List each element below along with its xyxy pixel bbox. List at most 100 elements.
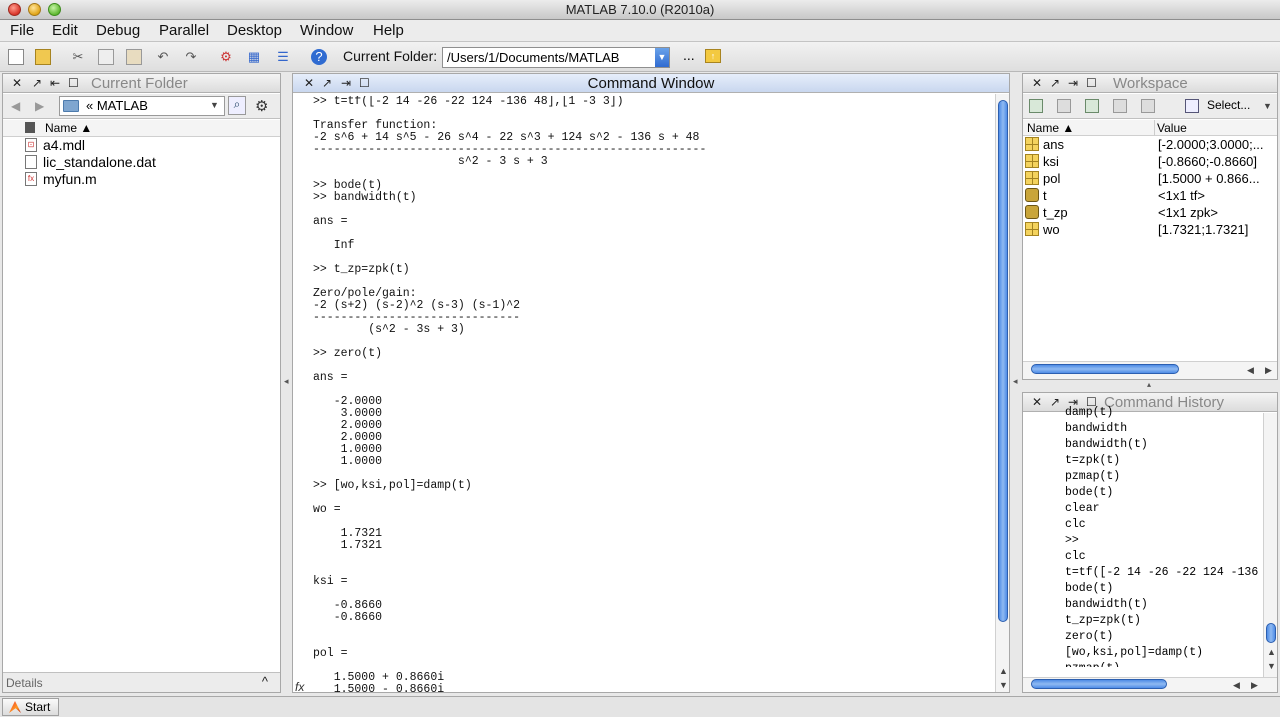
menu-desktop[interactable]: Desktop — [227, 22, 282, 39]
history-item[interactable]: clc — [1065, 517, 1261, 533]
history-item[interactable]: damp(t) — [1065, 405, 1261, 421]
scrollbar-thumb[interactable] — [1031, 679, 1167, 689]
menu-edit[interactable]: Edit — [52, 22, 78, 39]
table-row[interactable]: pol [1.5000 + 0.866... — [1023, 170, 1277, 187]
close-icon[interactable]: ✕ — [1032, 76, 1042, 90]
table-row[interactable]: t_zp <1x1 zpk> — [1023, 204, 1277, 221]
list-item[interactable]: lic_standalone.dat — [3, 154, 280, 171]
menu-file[interactable]: File — [10, 22, 34, 39]
start-button[interactable]: Start — [2, 698, 59, 716]
scroll-down-icon[interactable]: ▼ — [1267, 661, 1276, 671]
menu-parallel[interactable]: Parallel — [159, 22, 209, 39]
history-item[interactable]: >> — [1065, 533, 1261, 549]
menu-window[interactable]: Window — [300, 22, 353, 39]
search-icon[interactable]: ⌕ — [228, 96, 246, 115]
splitter-handle-icon[interactable]: ◂ — [284, 376, 289, 387]
table-row[interactable]: ans [-2.0000;3.0000;... — [1023, 136, 1277, 153]
command-window-output[interactable]: >> t=tf([-2 14 -26 -22 124 -136 48],[1 -… — [313, 96, 995, 692]
command-window-scrollbar[interactable]: ▲ ▼ — [995, 94, 1009, 692]
maximize-icon[interactable]: ☐ — [359, 76, 370, 90]
splitter-handle-icon[interactable]: ◂ — [1013, 376, 1018, 387]
chevron-down-icon[interactable]: ▼ — [655, 48, 669, 67]
undock-icon[interactable]: ↗ — [32, 76, 42, 90]
history-item[interactable]: bandwidth — [1065, 421, 1261, 437]
column-name[interactable]: Name ▲ — [1027, 121, 1074, 135]
open-selection-icon[interactable] — [1057, 99, 1071, 113]
plot-select-button[interactable]: Select... — [1207, 98, 1250, 112]
history-item[interactable]: pzmap(t) — [1065, 469, 1261, 485]
history-item[interactable]: bandwidth(t) — [1065, 437, 1261, 453]
undo-icon[interactable]: ↶ — [155, 49, 171, 65]
current-folder-path-field[interactable]: /Users/1/Documents/MATLAB — [442, 47, 670, 68]
history-item[interactable]: clear — [1065, 501, 1261, 517]
minimize-icon[interactable]: ⇥ — [341, 76, 351, 90]
scrollbar-thumb[interactable] — [1031, 364, 1179, 374]
menu-help[interactable]: Help — [373, 22, 404, 39]
history-item[interactable]: pzmap(t) — [1065, 661, 1261, 667]
open-folder-icon[interactable] — [35, 49, 51, 65]
close-icon[interactable]: ✕ — [1032, 395, 1042, 409]
simulink-icon[interactable]: ⚙ — [218, 49, 234, 65]
new-variable-icon[interactable] — [1029, 99, 1043, 113]
profiler-icon[interactable]: ☰ — [275, 49, 291, 65]
plot-selection-icon[interactable] — [1185, 99, 1199, 113]
function-browser-icon[interactable]: fx — [295, 680, 304, 694]
redo-icon[interactable]: ↷ — [183, 49, 199, 65]
import-data-icon[interactable] — [1085, 99, 1099, 113]
table-row[interactable]: t <1x1 tf> — [1023, 187, 1277, 204]
command-history-scrollbar[interactable]: ▲ ▼ — [1263, 413, 1277, 677]
scroll-right-icon[interactable]: ▶ — [1265, 365, 1272, 376]
list-item[interactable]: fx myfun.m — [3, 171, 280, 188]
scrollbar-thumb[interactable] — [1266, 623, 1276, 643]
forward-arrow-icon[interactable]: ▶ — [35, 99, 44, 113]
cut-icon[interactable]: ✂ — [70, 49, 86, 65]
history-item[interactable]: [wo,ksi,pol]=damp(t) — [1065, 645, 1261, 661]
column-value[interactable]: Value — [1157, 121, 1187, 135]
copy-icon[interactable] — [98, 49, 114, 65]
menu-debug[interactable]: Debug — [96, 22, 140, 39]
maximize-icon[interactable]: ☐ — [1086, 76, 1097, 90]
close-icon[interactable]: ✕ — [304, 76, 314, 90]
scroll-right-icon[interactable]: ▶ — [1251, 680, 1258, 691]
scroll-up-icon[interactable]: ▲ — [999, 666, 1008, 676]
folder-address-field[interactable]: « MATLAB — [59, 96, 225, 116]
new-file-icon[interactable] — [8, 49, 24, 65]
gear-icon[interactable]: ⚙ — [255, 97, 268, 115]
history-item[interactable]: bandwidth(t) — [1065, 597, 1261, 613]
history-item[interactable]: zero(t) — [1065, 629, 1261, 645]
scroll-down-icon[interactable]: ▼ — [999, 680, 1008, 690]
splitter-handle-icon[interactable]: ▴ — [1147, 380, 1151, 389]
back-arrow-icon[interactable]: ◀ — [11, 99, 20, 113]
details-bar[interactable]: Details ^ — [3, 672, 280, 692]
scroll-up-icon[interactable]: ▲ — [1267, 647, 1276, 657]
table-row[interactable]: wo [1.7321;1.7321] — [1023, 221, 1277, 238]
browse-folder-button[interactable]: ... — [683, 47, 695, 63]
scroll-left-icon[interactable]: ◀ — [1233, 680, 1240, 691]
delete-variable-icon[interactable] — [1141, 99, 1155, 113]
scroll-left-icon[interactable]: ◀ — [1247, 365, 1254, 376]
history-item[interactable]: t=zpk(t) — [1065, 453, 1261, 469]
close-icon[interactable]: ✕ — [12, 76, 22, 90]
column-divider[interactable] — [1154, 120, 1155, 136]
undock-icon[interactable]: ↗ — [322, 76, 332, 90]
chevron-down-icon[interactable]: ▼ — [1263, 101, 1272, 111]
history-item[interactable]: bode(t) — [1065, 581, 1261, 597]
chevron-up-icon[interactable]: ^ — [262, 674, 268, 689]
up-one-level-icon[interactable]: ↑ — [705, 49, 721, 63]
minimize-icon[interactable]: ⇥ — [1068, 76, 1078, 90]
chevron-down-icon[interactable]: ▼ — [210, 100, 219, 110]
maximize-icon[interactable]: ☐ — [68, 76, 79, 90]
column-name[interactable]: Name ▲ — [45, 121, 92, 135]
minimize-icon[interactable]: ⇤ — [50, 76, 60, 90]
paste-icon[interactable] — [126, 49, 142, 65]
table-row[interactable]: ksi [-0.8660;-0.8660] — [1023, 153, 1277, 170]
command-history-horizontal-scrollbar[interactable]: ◀ ▶ — [1023, 677, 1277, 692]
undock-icon[interactable]: ↗ — [1050, 76, 1060, 90]
history-item[interactable]: bode(t) — [1065, 485, 1261, 501]
command-history-list[interactable]: damp(t) bandwidth bandwidth(t) t=zpk(t) pzma… — [1065, 405, 1261, 667]
history-item[interactable]: t=tf([-2 14 -26 -22 124 -136 — [1065, 565, 1261, 581]
scrollbar-thumb[interactable] — [998, 100, 1008, 622]
help-icon[interactable]: ? — [311, 49, 327, 65]
undock-icon[interactable]: ↗ — [1050, 395, 1060, 409]
history-item[interactable]: clc — [1065, 549, 1261, 565]
